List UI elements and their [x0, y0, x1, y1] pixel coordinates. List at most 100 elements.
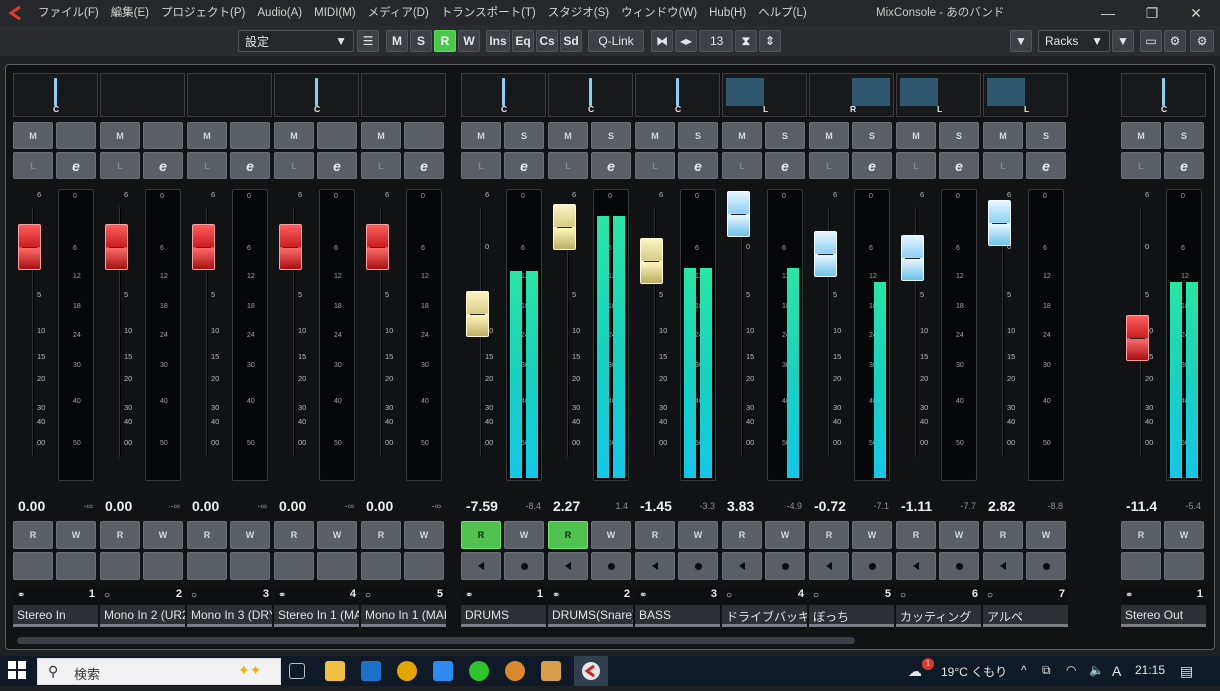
monitor-button[interactable]: [100, 552, 140, 580]
solo-button[interactable]: S: [591, 122, 631, 149]
record-button[interactable]: [56, 552, 96, 580]
menu-item[interactable]: 編集(E): [105, 0, 155, 26]
menu-item[interactable]: MIDI(M): [308, 0, 362, 26]
fader-handle[interactable]: [1126, 315, 1149, 362]
widen-channels-icon[interactable]: ◂▸: [675, 30, 697, 52]
global-write-button[interactable]: W: [458, 30, 480, 52]
volume-value[interactable]: 3.83: [727, 498, 754, 514]
volume-value[interactable]: 0.00: [18, 498, 45, 514]
channel-name[interactable]: アルペ: [983, 605, 1068, 627]
blank-button[interactable]: [56, 122, 96, 149]
monitor-button[interactable]: [548, 552, 588, 580]
weather-text[interactable]: 19°C くもり: [941, 663, 1007, 680]
read-automation-button[interactable]: R: [896, 521, 936, 549]
network-icon[interactable]: ⧉: [1042, 663, 1051, 678]
read-automation-button[interactable]: R: [1121, 521, 1161, 549]
narrow-channels-icon[interactable]: ⧓: [651, 30, 673, 52]
mute-button[interactable]: M: [896, 122, 936, 149]
monitor-button[interactable]: [274, 552, 314, 580]
line-icon[interactable]: [469, 661, 489, 681]
up-down-icon[interactable]: ⇕: [759, 30, 781, 52]
pan-control[interactable]: L: [722, 73, 807, 117]
solo-button[interactable]: S: [1164, 122, 1204, 149]
pan-control[interactable]: C: [461, 73, 546, 117]
horizontal-scrollbar[interactable]: [17, 637, 855, 644]
write-automation-button[interactable]: W: [230, 521, 270, 549]
pan-control[interactable]: L: [983, 73, 1068, 117]
peak-value[interactable]: -8.4: [525, 501, 541, 511]
channel-name[interactable]: ぼっち: [809, 605, 894, 627]
write-automation-button[interactable]: W: [404, 521, 444, 549]
channel-name[interactable]: DRUMS: [461, 605, 546, 627]
channel-name[interactable]: Mono In 2 (UR22C Input 2): [100, 605, 185, 627]
channel-name[interactable]: カッティング: [896, 605, 981, 627]
menu-item[interactable]: プロジェクト(P): [155, 0, 251, 26]
peak-value[interactable]: -∞: [345, 501, 354, 511]
gear-icon[interactable]: ⚙: [1190, 30, 1214, 52]
pan-control[interactable]: L: [896, 73, 981, 117]
channel-name[interactable]: Stereo Out: [1121, 605, 1206, 627]
channel-name[interactable]: Mono In 1 (MAIN): [361, 605, 446, 627]
record-button[interactable]: [317, 552, 357, 580]
pan-control[interactable]: C: [1121, 73, 1206, 117]
list-icon[interactable]: ☰: [357, 30, 379, 52]
peak-value[interactable]: -7.7: [960, 501, 976, 511]
monitor-button[interactable]: [1121, 552, 1161, 580]
read-automation-button[interactable]: R: [361, 521, 401, 549]
listen-button[interactable]: L: [1121, 152, 1161, 179]
left-zone-icon[interactable]: ▭: [1140, 30, 1162, 52]
speaker-icon[interactable]: 🔈: [1089, 663, 1104, 677]
volume-value[interactable]: -1.45: [640, 498, 672, 514]
write-automation-button[interactable]: W: [678, 521, 718, 549]
write-automation-button[interactable]: W: [1164, 521, 1204, 549]
write-automation-button[interactable]: W: [1026, 521, 1066, 549]
solo-button[interactable]: S: [765, 122, 805, 149]
edit-channel-button[interactable]: e: [230, 152, 270, 179]
dropdown-left-icon[interactable]: ▼: [1010, 30, 1032, 52]
mute-button[interactable]: M: [100, 122, 140, 149]
solo-button[interactable]: S: [678, 122, 718, 149]
eq-button[interactable]: Eq: [512, 30, 534, 52]
q-link-button[interactable]: Q-Link: [588, 30, 644, 52]
edit-channel-button[interactable]: e: [56, 152, 96, 179]
mute-button[interactable]: M: [187, 122, 227, 149]
pan-control[interactable]: R: [809, 73, 894, 117]
channel-name[interactable]: BASS: [635, 605, 720, 627]
menu-item[interactable]: Audio(A): [251, 0, 308, 26]
taskbar-search-box[interactable]: ⚲ 検索 ✦✦: [37, 658, 281, 685]
clock[interactable]: 21:15: [1135, 663, 1165, 677]
record-button[interactable]: [1164, 552, 1204, 580]
record-button[interactable]: [143, 552, 183, 580]
read-automation-button[interactable]: R: [274, 521, 314, 549]
restore-button[interactable]: ❐: [1130, 0, 1174, 26]
channel-name[interactable]: Stereo In: [13, 605, 98, 627]
edit-channel-button[interactable]: e: [317, 152, 357, 179]
listen-button[interactable]: L: [187, 152, 227, 179]
write-automation-button[interactable]: W: [504, 521, 544, 549]
read-automation-button[interactable]: R: [13, 521, 53, 549]
pan-control[interactable]: C: [274, 73, 359, 117]
volume-value[interactable]: -7.59: [466, 498, 498, 514]
peak-value[interactable]: -∞: [258, 501, 267, 511]
volume-value[interactable]: 2.27: [553, 498, 580, 514]
menu-item[interactable]: トランスポート(T): [435, 0, 542, 26]
global-mute-button[interactable]: M: [386, 30, 408, 52]
sends-button[interactable]: Sd: [560, 30, 582, 52]
write-automation-button[interactable]: W: [765, 521, 805, 549]
listen-button[interactable]: L: [13, 152, 53, 179]
minimize-button[interactable]: —: [1086, 0, 1130, 26]
record-button[interactable]: [1026, 552, 1066, 580]
monitor-button[interactable]: [722, 552, 762, 580]
record-button[interactable]: [404, 552, 444, 580]
read-automation-button[interactable]: R: [722, 521, 762, 549]
chrome-icon[interactable]: [397, 661, 417, 681]
monitor-button[interactable]: [461, 552, 501, 580]
mute-button[interactable]: M: [809, 122, 849, 149]
volume-value[interactable]: 2.82: [988, 498, 1015, 514]
pan-control[interactable]: [187, 73, 272, 117]
file-explorer-icon[interactable]: [325, 661, 345, 681]
channel-name[interactable]: DRUMS(Snare): [548, 605, 633, 627]
global-solo-button[interactable]: S: [410, 30, 432, 52]
record-button[interactable]: [939, 552, 979, 580]
monitor-button[interactable]: [635, 552, 675, 580]
